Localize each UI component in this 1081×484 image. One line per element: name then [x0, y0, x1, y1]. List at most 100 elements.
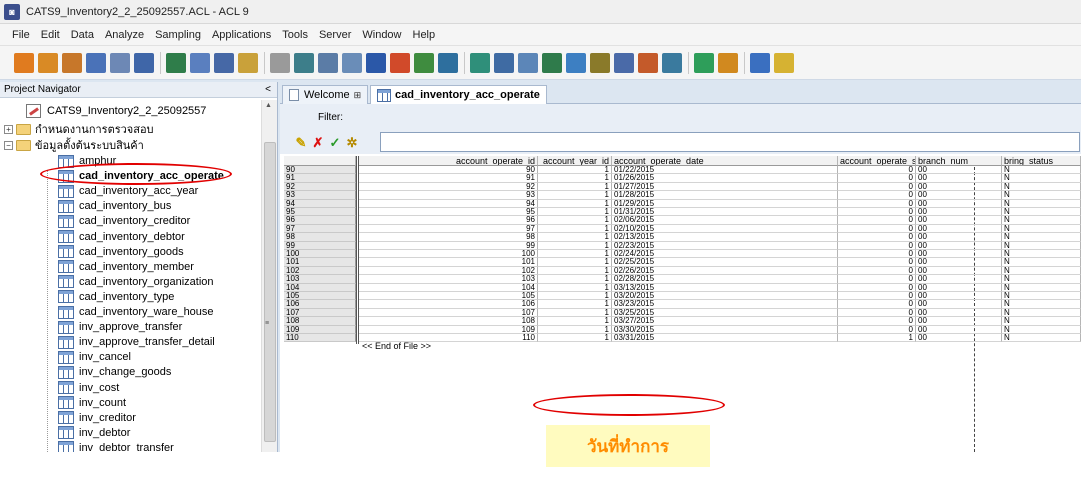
table-cell[interactable]: 1: [538, 283, 612, 292]
table-cell[interactable]: 0: [838, 216, 916, 225]
save-icon[interactable]: [86, 52, 106, 73]
table-cell[interactable]: 00: [916, 325, 1002, 334]
table-cell[interactable]: 0: [838, 292, 916, 301]
table-cell[interactable]: 01/27/2015: [612, 182, 838, 192]
pie-icon[interactable]: [438, 52, 458, 73]
chart-icon[interactable]: [214, 52, 234, 73]
table-cell[interactable]: 00: [916, 275, 1002, 284]
tab-welcome[interactable]: Welcome ⊞: [282, 85, 369, 104]
table-cell[interactable]: 0: [838, 233, 916, 242]
table-cell[interactable]: 00: [916, 317, 1002, 326]
table-cell[interactable]: 0: [838, 208, 916, 217]
table-cell[interactable]: 00: [916, 300, 1002, 309]
table-cell[interactable]: 1: [838, 334, 916, 343]
filter-input[interactable]: [380, 132, 1080, 152]
table-cell[interactable]: 01/29/2015: [612, 199, 838, 208]
age-icon[interactable]: [614, 52, 634, 73]
menu-help[interactable]: Help: [413, 29, 436, 41]
view-icon[interactable]: [318, 52, 338, 73]
column-header[interactable]: bring_status: [1002, 156, 1081, 166]
table-cell[interactable]: 00: [916, 283, 1002, 292]
table-cell[interactable]: 00: [916, 308, 1002, 318]
table-cell[interactable]: N: [1002, 325, 1081, 334]
table-cell[interactable]: 1: [538, 166, 612, 175]
column-header[interactable]: account_operate_id: [359, 156, 538, 166]
table-cell[interactable]: 109: [359, 325, 538, 334]
layout-icon[interactable]: [750, 52, 770, 73]
table-cell[interactable]: 03/13/2015: [612, 283, 838, 292]
open-table-icon[interactable]: [38, 52, 58, 73]
table-cell[interactable]: 00: [916, 191, 1002, 200]
table-cell[interactable]: N: [1002, 250, 1081, 259]
table-cell[interactable]: 92: [359, 182, 538, 192]
table-cell[interactable]: 03/23/2015: [612, 300, 838, 309]
table-cell[interactable]: 108: [359, 317, 538, 326]
table-cell[interactable]: 01/28/2015: [612, 191, 838, 200]
table-cell[interactable]: N: [1002, 317, 1081, 326]
table-cell[interactable]: 0: [838, 182, 916, 192]
table-cell[interactable]: 1: [538, 224, 612, 234]
table-cell[interactable]: 104: [359, 283, 538, 292]
table-cell[interactable]: 02/24/2015: [612, 250, 838, 259]
table-cell[interactable]: N: [1002, 224, 1081, 234]
apply-filter-icon[interactable]: ✓: [328, 136, 342, 150]
table-cell[interactable]: 0: [838, 166, 916, 175]
table-cell[interactable]: 96: [359, 216, 538, 225]
table-cell[interactable]: 103: [359, 275, 538, 284]
table-cell[interactable]: 0: [838, 191, 916, 200]
expand-plus-icon[interactable]: +: [4, 124, 13, 134]
table-cell[interactable]: 00: [916, 233, 1002, 242]
menu-server[interactable]: Server: [319, 29, 351, 41]
bar-chart-icon[interactable]: [414, 52, 434, 73]
table-cell[interactable]: N: [1002, 275, 1081, 284]
columns-icon[interactable]: [518, 52, 538, 73]
table-cell[interactable]: 03/30/2015: [612, 325, 838, 334]
table-cell[interactable]: N: [1002, 300, 1081, 309]
table-cell[interactable]: 90: [359, 166, 538, 175]
remove-filter-icon[interactable]: ✗: [311, 136, 325, 150]
tree-icon[interactable]: [494, 52, 514, 73]
script-icon[interactable]: [662, 52, 682, 73]
table-cell[interactable]: 99: [359, 241, 538, 250]
table-cell[interactable]: 00: [916, 266, 1002, 276]
table-cell[interactable]: 1: [538, 334, 612, 343]
table-cell[interactable]: N: [1002, 216, 1081, 225]
percent-icon[interactable]: [470, 52, 490, 73]
table-cell[interactable]: 00: [916, 208, 1002, 217]
join-icon[interactable]: [542, 52, 562, 73]
table-cell[interactable]: 02/23/2015: [612, 241, 838, 250]
classify-icon[interactable]: [590, 52, 610, 73]
table-cell[interactable]: 02/26/2015: [612, 266, 838, 276]
pin-icon[interactable]: ⊞: [354, 90, 362, 101]
table-cell[interactable]: 00: [916, 292, 1002, 301]
table-cell[interactable]: N: [1002, 233, 1081, 242]
sequence-icon[interactable]: [566, 52, 586, 73]
statistics-icon[interactable]: [390, 52, 410, 73]
open-project-icon[interactable]: [14, 52, 34, 73]
table-cell[interactable]: 105: [359, 292, 538, 301]
table-cell[interactable]: 94: [359, 199, 538, 208]
table-cell[interactable]: N: [1002, 199, 1081, 208]
table-cell[interactable]: 02/13/2015: [612, 233, 838, 242]
table-cell[interactable]: 0: [838, 317, 916, 326]
table-cell[interactable]: 1: [538, 308, 612, 318]
help-icon[interactable]: [774, 52, 794, 73]
menu-edit[interactable]: Edit: [41, 29, 60, 41]
menu-file[interactable]: File: [12, 29, 30, 41]
edit-icon[interactable]: [270, 52, 290, 73]
menu-applications[interactable]: Applications: [212, 29, 271, 41]
table-cell[interactable]: N: [1002, 258, 1081, 267]
table-cell[interactable]: 03/25/2015: [612, 308, 838, 318]
table-cell[interactable]: 1: [538, 292, 612, 301]
edit-filter-icon[interactable]: ✎: [294, 136, 308, 150]
tab-active-table[interactable]: cad_inventory_acc_operate: [370, 85, 547, 104]
table-cell[interactable]: N: [1002, 266, 1081, 276]
table-cell[interactable]: N: [1002, 182, 1081, 192]
table-cell[interactable]: 1: [538, 266, 612, 276]
menu-window[interactable]: Window: [362, 29, 401, 41]
summarize-icon[interactable]: [638, 52, 658, 73]
table-cell[interactable]: N: [1002, 191, 1081, 200]
workspace-icon[interactable]: [718, 52, 738, 73]
table-cell[interactable]: 03/20/2015: [612, 292, 838, 301]
table-cell[interactable]: 95: [359, 208, 538, 217]
